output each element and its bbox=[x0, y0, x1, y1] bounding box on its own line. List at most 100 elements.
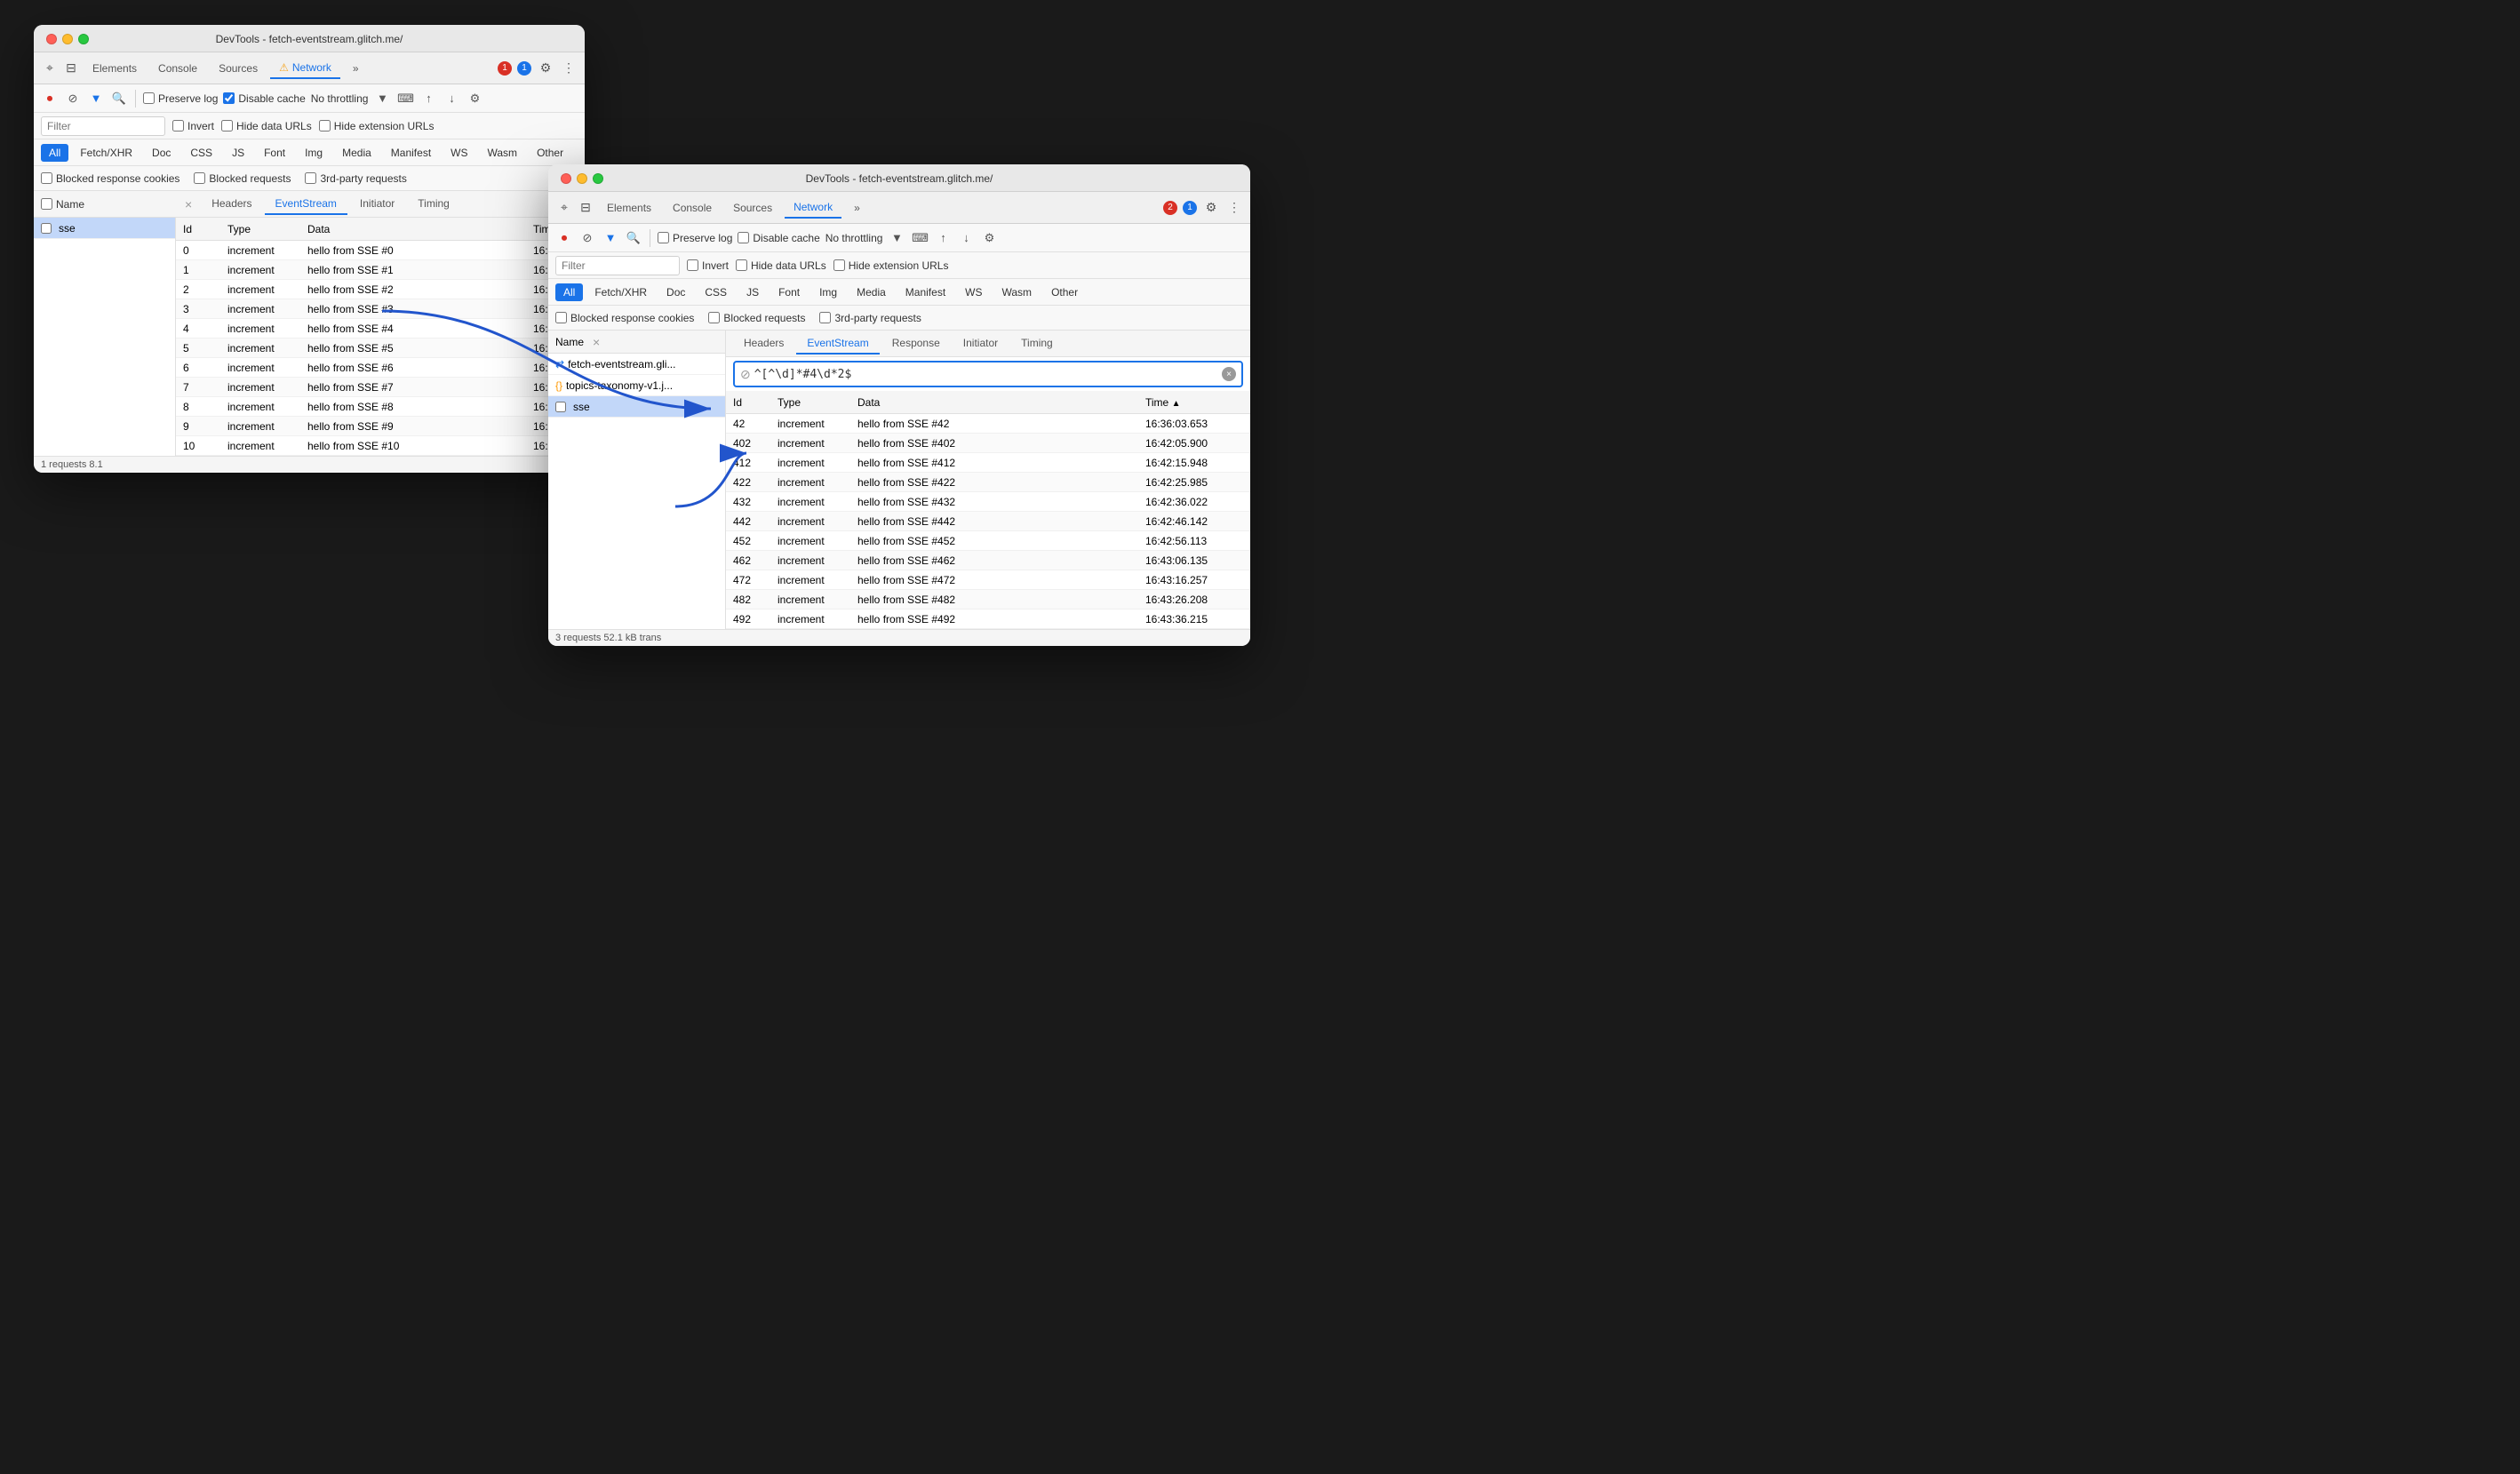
minimize-button-1[interactable] bbox=[62, 34, 73, 44]
type-all-2[interactable]: All bbox=[555, 283, 583, 301]
type-img-1[interactable]: Img bbox=[297, 144, 331, 162]
import-har-1[interactable]: ⚙ bbox=[466, 90, 483, 108]
clear-filter-btn-2[interactable]: × bbox=[1222, 367, 1236, 381]
close-name-col-2[interactable]: × bbox=[593, 335, 600, 349]
hide-ext-checkbox-2[interactable] bbox=[833, 259, 845, 271]
throttle-arrow-1[interactable]: ▼ bbox=[373, 90, 391, 108]
tab-console-1[interactable]: Console bbox=[149, 59, 206, 78]
type-all-1[interactable]: All bbox=[41, 144, 68, 162]
type-ws-1[interactable]: WS bbox=[443, 144, 475, 162]
event-row-2-3[interactable]: 422 increment hello from SSE #422 16:42:… bbox=[726, 473, 1250, 492]
type-font-1[interactable]: Font bbox=[256, 144, 293, 162]
clear-btn-1[interactable]: ⊘ bbox=[64, 90, 82, 108]
settings-icon-2[interactable]: ⚙ bbox=[1202, 199, 1220, 217]
event-row-2-7[interactable]: 462 increment hello from SSE #462 16:43:… bbox=[726, 551, 1250, 570]
panel-initiator-2[interactable]: Initiator bbox=[953, 333, 1009, 355]
more-icon-1[interactable]: ⋮ bbox=[560, 60, 578, 77]
layers-icon[interactable]: ⊟ bbox=[62, 60, 80, 77]
third-party-2[interactable]: 3rd-party requests bbox=[819, 312, 921, 324]
request-json-2[interactable]: {} topics-taxonomy-v1.j... bbox=[548, 375, 725, 396]
name-header-1[interactable]: Name bbox=[41, 198, 84, 211]
blocked-cookies-2[interactable]: Blocked response cookies bbox=[555, 312, 694, 324]
event-row-2-4[interactable]: 432 increment hello from SSE #432 16:42:… bbox=[726, 492, 1250, 512]
clear-btn-2[interactable]: ⊘ bbox=[578, 229, 596, 247]
funnel-btn-2[interactable]: ▼ bbox=[602, 229, 619, 247]
event-row-1-7[interactable]: 7 increment hello from SSE #7 16:3 bbox=[176, 378, 585, 397]
preserve-log-checkbox-2[interactable] bbox=[658, 232, 669, 243]
filter-input-2[interactable] bbox=[555, 256, 680, 275]
third-party-cb-2[interactable] bbox=[819, 312, 831, 323]
tab-more-1[interactable]: » bbox=[344, 59, 368, 78]
event-row-1-6[interactable]: 6 increment hello from SSE #6 16:3 bbox=[176, 358, 585, 378]
event-row-1-4[interactable]: 4 increment hello from SSE #4 16:3 bbox=[176, 319, 585, 339]
regex-filter-input-2[interactable] bbox=[754, 368, 1218, 381]
throttle-arrow-2[interactable]: ▼ bbox=[888, 229, 905, 247]
cursor-icon[interactable]: ⌖ bbox=[41, 60, 59, 77]
name-cb-1[interactable] bbox=[41, 198, 52, 210]
type-ws-2[interactable]: WS bbox=[957, 283, 990, 301]
type-manifest-2[interactable]: Manifest bbox=[897, 283, 953, 301]
type-media-2[interactable]: Media bbox=[849, 283, 894, 301]
minimize-button-2[interactable] bbox=[577, 173, 587, 184]
hide-data-checkbox-1[interactable] bbox=[221, 120, 233, 131]
tab-elements-1[interactable]: Elements bbox=[84, 59, 146, 78]
blocked-cookies-cb-1[interactable] bbox=[41, 172, 52, 184]
type-js-1[interactable]: JS bbox=[224, 144, 252, 162]
panel-timing-2[interactable]: Timing bbox=[1010, 333, 1064, 355]
type-doc-2[interactable]: Doc bbox=[658, 283, 693, 301]
panel-headers-2[interactable]: Headers bbox=[733, 333, 794, 355]
panel-tab-headers-1[interactable]: Headers bbox=[201, 194, 262, 215]
disable-cache-checkbox-1[interactable] bbox=[223, 92, 235, 104]
preserve-log-checkbox-1[interactable] bbox=[143, 92, 155, 104]
upload-icon-1[interactable]: ↑ bbox=[419, 90, 437, 108]
more-icon-2[interactable]: ⋮ bbox=[1225, 199, 1243, 217]
blocked-cookies-cb-2[interactable] bbox=[555, 312, 567, 323]
request-sse-2[interactable]: sse bbox=[548, 396, 725, 418]
event-row-1-1[interactable]: 1 increment hello from SSE #1 16:3 bbox=[176, 260, 585, 280]
maximize-button-2[interactable] bbox=[593, 173, 603, 184]
sse-cb[interactable] bbox=[41, 223, 52, 234]
event-row-1-9[interactable]: 9 increment hello from SSE #9 16:3 bbox=[176, 417, 585, 436]
disable-cache-checkbox-2[interactable] bbox=[738, 232, 749, 243]
type-other-1[interactable]: Other bbox=[529, 144, 571, 162]
cursor-icon-2[interactable]: ⌖ bbox=[555, 199, 573, 217]
search-btn-1[interactable]: 🔍 bbox=[110, 90, 128, 108]
close-button-1[interactable] bbox=[46, 34, 57, 44]
tab-sources-1[interactable]: Sources bbox=[210, 59, 267, 78]
event-row-2-6[interactable]: 452 increment hello from SSE #452 16:42:… bbox=[726, 531, 1250, 551]
stop-recording-btn-1[interactable]: ⏺ bbox=[41, 90, 59, 108]
event-row-2-9[interactable]: 482 increment hello from SSE #482 16:43:… bbox=[726, 590, 1250, 610]
funnel-btn-1[interactable]: ▼ bbox=[87, 90, 105, 108]
invert-label-2[interactable]: Invert bbox=[687, 259, 729, 272]
hide-data-label-2[interactable]: Hide data URLs bbox=[736, 259, 826, 272]
wifi-icon-2[interactable]: ⌨ bbox=[911, 229, 929, 247]
disable-cache-label-2[interactable]: Disable cache bbox=[738, 232, 819, 244]
settings-icon-1[interactable]: ⚙ bbox=[537, 60, 554, 77]
type-other-2[interactable]: Other bbox=[1043, 283, 1086, 301]
invert-checkbox-2[interactable] bbox=[687, 259, 698, 271]
request-sse-1[interactable]: sse bbox=[34, 218, 175, 239]
event-row-1-0[interactable]: 0 increment hello from SSE #0 16:3 bbox=[176, 241, 585, 260]
import-har-2[interactable]: ⚙ bbox=[980, 229, 998, 247]
tab-console-2[interactable]: Console bbox=[664, 198, 721, 218]
type-img-2[interactable]: Img bbox=[811, 283, 845, 301]
type-css-2[interactable]: CSS bbox=[697, 283, 735, 301]
invert-checkbox-1[interactable] bbox=[172, 120, 184, 131]
event-row-2-1[interactable]: 402 increment hello from SSE #402 16:42:… bbox=[726, 434, 1250, 453]
download-icon-2[interactable]: ↓ bbox=[957, 229, 975, 247]
blocked-requests-cb-2[interactable] bbox=[708, 312, 720, 323]
invert-label-1[interactable]: Invert bbox=[172, 120, 214, 132]
blocked-requests-1[interactable]: Blocked requests bbox=[194, 172, 291, 185]
event-row-1-8[interactable]: 8 increment hello from SSE #8 16:3 bbox=[176, 397, 585, 417]
hide-ext-label-2[interactable]: Hide extension URLs bbox=[833, 259, 949, 272]
event-row-2-5[interactable]: 442 increment hello from SSE #442 16:42:… bbox=[726, 512, 1250, 531]
event-row-1-3[interactable]: 3 increment hello from SSE #3 16:3 bbox=[176, 299, 585, 319]
close-panel-1[interactable]: × bbox=[185, 197, 192, 211]
tab-more-2[interactable]: » bbox=[845, 198, 869, 218]
blocked-requests-2[interactable]: Blocked requests bbox=[708, 312, 805, 324]
request-fetch-2[interactable]: ⇄ fetch-eventstream.gli... bbox=[548, 354, 725, 375]
third-party-1[interactable]: 3rd-party requests bbox=[305, 172, 406, 185]
type-media-1[interactable]: Media bbox=[334, 144, 379, 162]
type-manifest-1[interactable]: Manifest bbox=[383, 144, 439, 162]
panel-response-2[interactable]: Response bbox=[881, 333, 951, 355]
